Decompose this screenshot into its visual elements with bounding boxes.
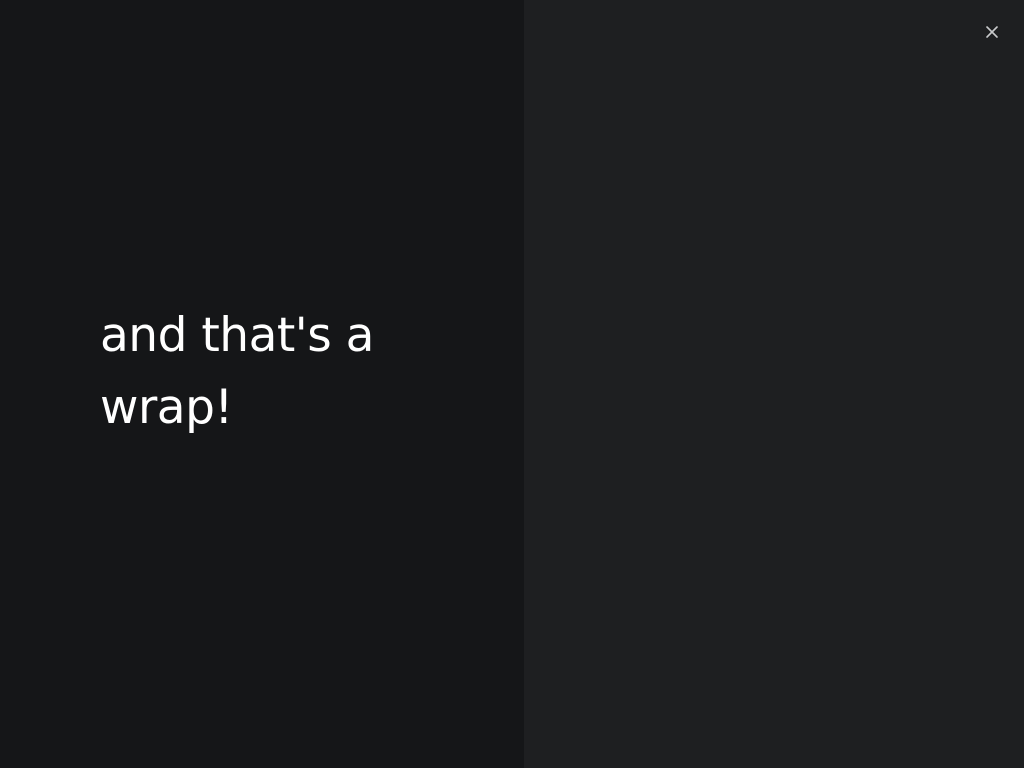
slide-headline: and that's a wrap!	[100, 308, 374, 435]
slide-content-panel: and that's a wrap!	[0, 0, 524, 768]
close-icon	[986, 26, 998, 38]
slide-side-panel	[524, 0, 1024, 768]
story-viewer: and that's a wrap!	[0, 0, 1024, 768]
close-button[interactable]	[980, 20, 1004, 44]
